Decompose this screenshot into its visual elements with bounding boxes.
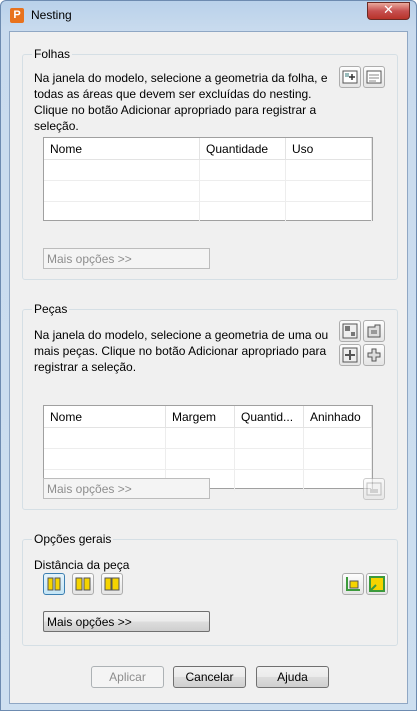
add-part-alt-icon [367,324,381,338]
sheets-group: Folhas Na janela do modelo, selecione a … [22,47,398,280]
general-options-title: Opções gerais [32,532,114,546]
nest-result-icon [369,576,385,592]
add-part-group-button[interactable] [363,344,385,366]
column-header[interactable]: Uso [286,138,372,159]
parts-table-header: Nome Margem Quantid... Aninhado [44,406,372,428]
distance-option-1-button[interactable] [43,573,65,595]
add-exclusion-button[interactable] [363,66,385,88]
general-options-group: Opções gerais Distância da peça Mais opç… [22,532,398,646]
help-button[interactable]: Ajuda [256,666,329,688]
table-row[interactable] [44,160,372,181]
parts-group-title: Peças [32,302,70,316]
column-header[interactable]: Quantidade [200,138,286,159]
add-part-alt-button[interactable] [363,320,385,342]
part-distance-label: Distância da peça [34,558,130,572]
column-header[interactable]: Quantid... [235,406,304,427]
sheets-more-options-button[interactable]: Mais opções >> [43,248,210,269]
add-part-group-icon [367,348,381,362]
general-more-options-button[interactable]: Mais opções >> [43,611,210,632]
parts-group: Peças Na janela do modelo, selecione a g… [22,302,398,510]
table-row[interactable] [44,428,372,449]
distance-option-2-button[interactable] [72,573,94,595]
column-header[interactable]: Nome [44,138,201,159]
sheets-table[interactable]: Nome Quantidade Uso [43,137,373,223]
sheets-description: Na janela do modelo, selecione a geometr… [34,71,328,133]
add-part-variant-button[interactable] [339,344,361,366]
app-icon: P [10,8,24,23]
apply-button[interactable]: Aplicar [91,666,164,688]
parts-table[interactable]: Nome Margem Quantid... Aninhado [43,405,373,491]
distance-option-3-icon [104,577,120,591]
nest-result-button[interactable] [366,573,388,595]
column-header[interactable]: Aninhado [304,406,372,427]
add-part-button[interactable] [339,320,361,342]
dialog-body: Folhas Na janela do modelo, selecione a … [9,31,408,704]
window-title: Nesting [31,8,72,22]
table-row[interactable] [44,181,372,202]
parts-more-options-button[interactable]: Mais opções >> [43,478,210,499]
cancel-button[interactable]: Cancelar [173,666,246,688]
close-button[interactable]: ✕ [367,2,410,20]
parts-description: Na janela do modelo, selecione a geometr… [34,328,329,374]
sheets-table-header: Nome Quantidade Uso [44,138,372,160]
part-options-icon [366,482,382,496]
distance-option-2-icon [75,577,91,591]
part-options-button[interactable] [363,478,385,500]
nesting-dialog: P Nesting ✕ Folhas Na janela do modelo, … [0,0,417,711]
table-row[interactable] [44,449,372,470]
preview-button[interactable] [342,573,364,595]
add-part-icon [342,323,358,339]
distance-option-3-button[interactable] [101,573,123,595]
sheets-group-title: Folhas [32,47,73,61]
column-header[interactable]: Nome [44,406,166,427]
add-sheet-icon [342,70,358,84]
title-bar[interactable]: P Nesting ✕ [1,1,416,30]
add-part-variant-icon [342,347,358,363]
add-exclusion-icon [366,70,382,84]
add-sheet-button[interactable] [339,66,361,88]
distance-option-1-icon [47,577,61,591]
table-row[interactable] [44,202,372,223]
preview-icon [346,577,360,591]
column-header[interactable]: Margem [166,406,235,427]
